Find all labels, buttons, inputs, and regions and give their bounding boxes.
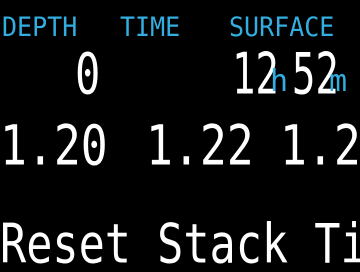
surface-minutes-unit: m — [329, 64, 348, 99]
depth-label: DEPTH — [2, 11, 78, 43]
ppo2-sensor-1: 1.20 — [0, 114, 108, 179]
reset-stack-time-menu-item[interactable]: Reset Stack Time — [0, 214, 360, 272]
surface-hours-unit: h — [270, 64, 289, 99]
depth-value: 0 — [75, 40, 101, 107]
dive-computer-screen: DEPTH TIME SURFACE 0 12 h 52 m 1.20 1.22… — [0, 0, 360, 272]
surface-label: SURFACE — [229, 11, 335, 43]
ppo2-sensor-2: 1.22 — [146, 114, 254, 179]
ppo2-sensor-3: 1.21 — [280, 114, 360, 179]
time-label: TIME — [120, 11, 181, 43]
